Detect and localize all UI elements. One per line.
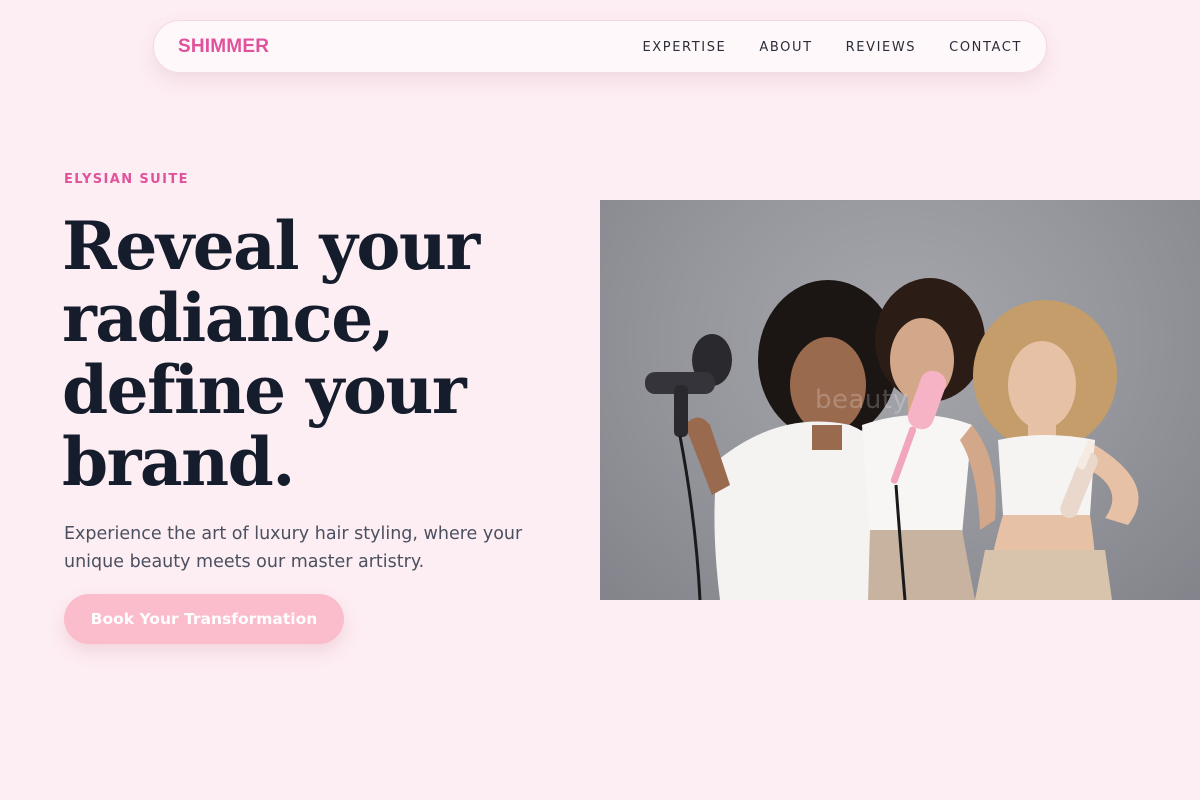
nav-item-expertise: EXPERTISE [642, 38, 726, 56]
nav-link-contact[interactable]: CONTACT [949, 40, 1022, 55]
top-navigation: SHIMMER EXPERTISE ABOUT REVIEWS CONTACT [153, 20, 1047, 73]
image-watermark: beauty [815, 385, 909, 415]
nav-item-reviews: REVIEWS [846, 38, 917, 56]
nav-link-about[interactable]: ABOUT [759, 40, 812, 55]
nav-link-expertise[interactable]: EXPERTISE [642, 40, 726, 55]
headline-line: brand. [62, 423, 295, 501]
brand-logo[interactable]: SHIMMER [178, 36, 269, 58]
book-transformation-button[interactable]: Book Your Transformation [64, 594, 344, 644]
hero-subtext: Experience the art of luxury hair stylin… [64, 524, 523, 572]
headline-line: Reveal your [62, 207, 480, 285]
nav-item-about: ABOUT [759, 38, 812, 56]
hero-headline: Reveal your radiance, define your brand. [62, 210, 532, 498]
hero-eyebrow: ELYSIAN SUITE [64, 172, 189, 187]
hero-image: beauty [600, 200, 1200, 600]
headline-line: radiance, [62, 279, 395, 357]
nav-item-contact: CONTACT [949, 38, 1022, 56]
nav-links: EXPERTISE ABOUT REVIEWS CONTACT [642, 38, 1022, 56]
nav-link-reviews[interactable]: REVIEWS [846, 40, 917, 55]
woman-left [645, 280, 898, 600]
headline-line: define your [62, 351, 467, 429]
woman-right [973, 300, 1139, 600]
woman-middle [862, 278, 996, 600]
